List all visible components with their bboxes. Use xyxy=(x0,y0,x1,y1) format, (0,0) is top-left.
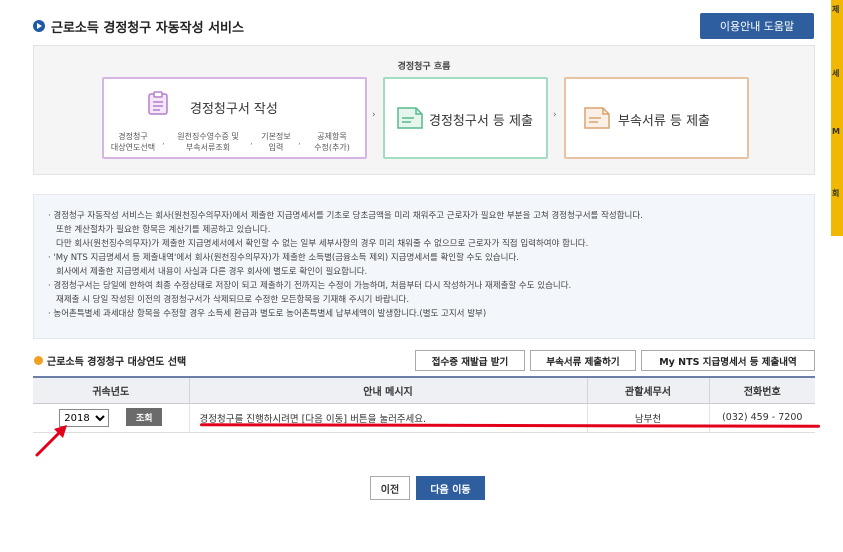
flow-substep: 원천징수영수증 및 부속서류조회 xyxy=(177,132,239,152)
table-header-row: 귀속년도 안내 메시지 관할세무서 전화번호 xyxy=(33,376,815,404)
flow-arrow-icon: › xyxy=(553,110,557,120)
flow-step-attachments: 부속서류 등 제출 xyxy=(564,77,749,159)
submit-attachments-button[interactable]: 부속서류 제출하기 xyxy=(530,350,636,371)
flow-substep-separator: , xyxy=(250,137,253,147)
document-icon xyxy=(397,107,423,129)
flow-substep: 기본정보 입력 xyxy=(261,132,291,152)
notice-line: · 경정청구 자동작성 서비스는 회사(원천징수의무자)에서 제출한 지급명세서… xyxy=(48,211,643,221)
message-cell: 경정청구를 진행하시려면 [다음 이동] 버튼을 눌러주세요. xyxy=(188,403,587,433)
side-banner-char: 회 xyxy=(832,189,840,198)
flow-step-write: 경정청구서 작성 경정청구 대상연도선택 , 원천징수영수증 및 부속서류조회 , … xyxy=(102,77,367,159)
col-header-message: 안내 메시지 xyxy=(188,376,587,404)
flow-substep: 경정청구 대상연도선택 xyxy=(110,132,156,152)
flow-substep-separator: , xyxy=(162,137,165,147)
help-button[interactable]: 이용안내 도움말 xyxy=(700,13,814,39)
flow-step-submit: 경정청구서 등 제출 xyxy=(383,77,548,159)
annotation-arrow-icon xyxy=(35,425,67,457)
col-header-office: 관할세무서 xyxy=(586,376,709,404)
notice-line: 재제출 시 당일 작성된 이전의 경정청구서가 삭제되므로 수정한 모든항목을 … xyxy=(56,295,410,305)
side-banner-char: 세 xyxy=(832,69,840,78)
flow-step-submit-title: 경정청구서 등 제출 xyxy=(429,114,533,129)
flow-arrow-icon: › xyxy=(372,110,376,120)
next-button[interactable]: 다음 이동 xyxy=(416,476,485,500)
query-button[interactable]: 조회 xyxy=(126,408,163,426)
notice-line: 또한 계산절차가 필요한 항목은 계산기를 제공하고 있습니다. xyxy=(56,225,271,235)
side-banner-strip[interactable]: 제 세 M 회 xyxy=(831,0,843,236)
notice-line: · 'My NTS 지급명세서 등 제출내역'에서 회사(원천징수의무자)가 제… xyxy=(48,253,519,263)
flow-panel: 경정청구 흐름 경정청구서 작성 경정청구 대상연도선택 , 원천징수영수증 및부… xyxy=(33,45,815,175)
clipboard-icon xyxy=(148,91,168,115)
flow-step-write-title: 경정청구서 작성 xyxy=(190,102,278,117)
side-banner-char: 제 xyxy=(832,5,840,14)
section-bullet-icon xyxy=(34,356,43,365)
notice-line: 회사에서 제출한 지급명세서 내용이 사실과 다른 경우 회사에 별도로 확인이… xyxy=(56,267,368,277)
notice-line: · 농어촌특별세 과세대상 항목을 수정할 경우 소득세 환급과 별도로 농어촌… xyxy=(48,309,487,319)
notice-line: · 경정청구서는 당일에 한하여 최종 수정상태로 저장이 되고 제출하기 전까… xyxy=(48,281,572,291)
table-row: 2018 조회 경정청구를 진행하시려면 [다음 이동] 버튼을 눌러주세요. … xyxy=(33,403,815,433)
col-header-year: 귀속년도 xyxy=(33,376,189,404)
col-header-phone: 전화번호 xyxy=(708,376,815,404)
flow-step-attachments-title: 부속서류 등 제출 xyxy=(618,114,710,129)
my-nts-history-button[interactable]: My NTS 지급명세서 등 제출내역 xyxy=(641,350,815,371)
side-banner-char: M xyxy=(832,127,840,136)
flow-title: 경정청구 흐름 xyxy=(397,62,451,72)
title-bullet-icon xyxy=(33,20,45,32)
notice-line: 다만 회사(원천징수의무자)가 제출한 지급명세서에서 확인할 수 없는 일부 … xyxy=(56,239,589,249)
flow-substep: 공제항목 수정(추가) xyxy=(314,132,350,152)
flow-substep-separator: , xyxy=(298,137,301,147)
document-icon xyxy=(584,107,610,129)
prev-button[interactable]: 이전 xyxy=(370,476,410,500)
section-title: 근로소득 경정청구 대상연도 선택 xyxy=(47,357,187,368)
page-title: 근로소득 경정청구 자동작성 서비스 xyxy=(51,21,244,36)
reissue-receipt-button[interactable]: 접수증 재발급 받기 xyxy=(415,350,525,371)
office-cell: 남부천 xyxy=(586,403,709,433)
notice-panel: · 경정청구 자동작성 서비스는 회사(원천징수의무자)에서 제출한 지급명세서… xyxy=(33,194,815,339)
